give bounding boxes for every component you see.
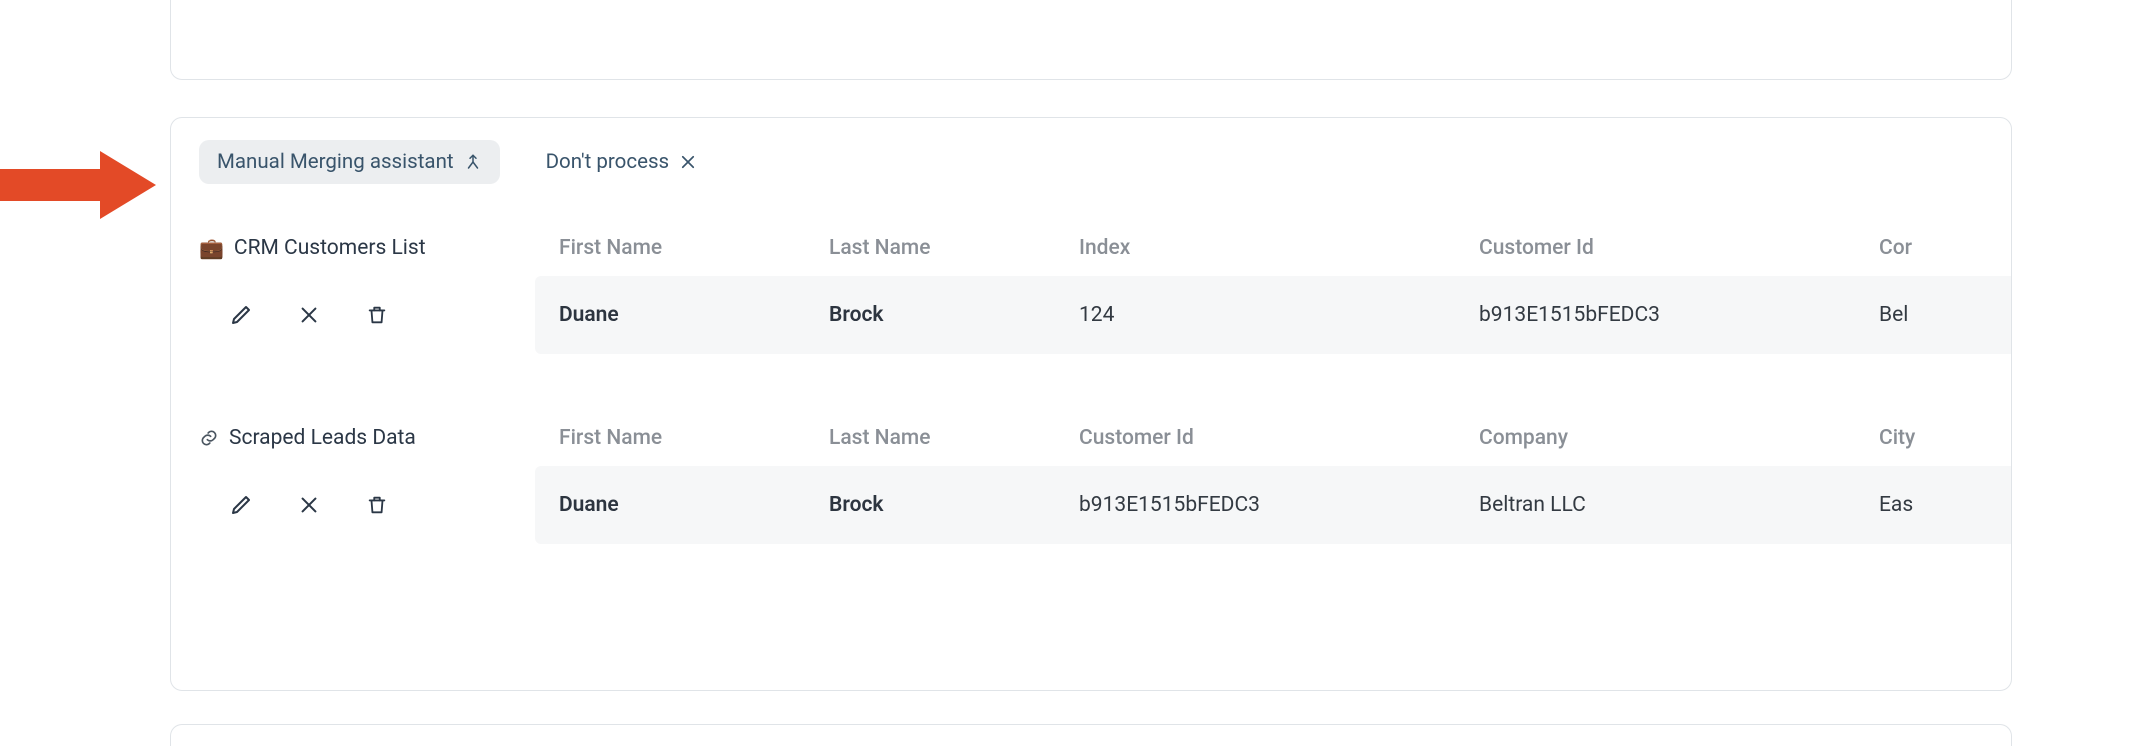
table-header-row: Scraped Leads Data First Name Last Name … xyxy=(199,410,2011,466)
edit-button[interactable] xyxy=(227,491,255,519)
table-header-row: 💼 CRM Customers List First Name Last Nam… xyxy=(199,220,2011,276)
delete-button[interactable] xyxy=(363,491,391,519)
tab-bar: Manual Merging assistant Don't process xyxy=(171,118,2011,198)
delete-button[interactable] xyxy=(363,301,391,329)
cell-last-name: Brock xyxy=(805,493,1055,517)
cell-value: Bel xyxy=(1855,303,2012,327)
cell-first-name: Duane xyxy=(535,303,805,327)
col-header: First Name xyxy=(535,236,805,260)
tab-manual-merging[interactable]: Manual Merging assistant xyxy=(199,140,500,184)
merge-panel: Manual Merging assistant Don't process xyxy=(170,117,2012,691)
col-header: Customer Id xyxy=(1055,426,1455,450)
cell-value: Beltran LLC xyxy=(1455,493,1855,517)
pointer-arrow xyxy=(0,145,160,225)
cell-first-name: Duane xyxy=(535,493,805,517)
cell-value: Eas xyxy=(1855,493,2012,517)
link-icon xyxy=(199,428,219,448)
briefcase-icon: 💼 xyxy=(199,236,224,260)
col-header: Cor xyxy=(1855,236,2012,260)
card-top-fragment xyxy=(170,0,2012,80)
dismiss-button[interactable] xyxy=(295,491,323,519)
source-block: Scraped Leads Data First Name Last Name … xyxy=(171,410,2011,544)
card-bottom-fragment xyxy=(170,724,2012,746)
source-title: Scraped Leads Data xyxy=(199,426,416,450)
table-row: Duane Brock 124 b913E1515bFEDC3 Bel xyxy=(199,276,2011,354)
col-header: Index xyxy=(1055,236,1455,260)
cell-value: b913E1515bFEDC3 xyxy=(1455,303,1855,327)
close-icon xyxy=(679,153,697,171)
edit-button[interactable] xyxy=(227,301,255,329)
tab-label: Don't process xyxy=(546,150,670,174)
table-row: Duane Brock b913E1515bFEDC3 Beltran LLC … xyxy=(199,466,2011,544)
cell-value: 124 xyxy=(1055,303,1455,327)
col-header: Customer Id xyxy=(1455,236,1855,260)
source-name: CRM Customers List xyxy=(234,236,426,260)
tab-label: Manual Merging assistant xyxy=(217,150,454,174)
source-name: Scraped Leads Data xyxy=(229,426,416,450)
col-header: City xyxy=(1855,426,2012,450)
tab-dont-process[interactable]: Don't process xyxy=(528,140,716,184)
source-title: 💼 CRM Customers List xyxy=(199,236,426,260)
col-header: Last Name xyxy=(805,426,1055,450)
col-header: Company xyxy=(1455,426,1855,450)
cell-last-name: Brock xyxy=(805,303,1055,327)
col-header: First Name xyxy=(535,426,805,450)
source-block: 💼 CRM Customers List First Name Last Nam… xyxy=(171,220,2011,354)
merge-icon xyxy=(464,153,482,171)
col-header: Last Name xyxy=(805,236,1055,260)
cell-value: b913E1515bFEDC3 xyxy=(1055,493,1455,517)
dismiss-button[interactable] xyxy=(295,301,323,329)
